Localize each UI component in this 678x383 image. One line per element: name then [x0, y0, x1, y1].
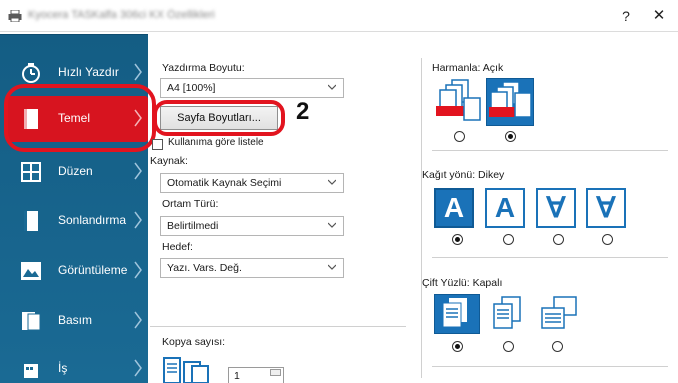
help-button[interactable]: ?: [616, 6, 636, 26]
printer-icon: [8, 10, 22, 22]
sidebar-item-label: Basım: [58, 313, 93, 327]
sidebar-item-label: Hızlı Yazdır: [58, 65, 119, 79]
chevron-right-icon: [134, 63, 142, 81]
chevron-down-icon: [328, 179, 336, 185]
window-title: Kyocera TASKalfa 306ci KX Özellikleri: [28, 9, 215, 21]
sidebar-item-publishing[interactable]: Basım: [6, 298, 148, 344]
layout-icon: [21, 162, 41, 182]
sidebar-item-label: Düzen: [58, 164, 93, 178]
close-button[interactable]: ✕: [649, 6, 669, 26]
duplex-label: Çift Yüzlü: Kapalı: [422, 277, 502, 289]
simplex-radio[interactable]: [452, 341, 463, 352]
divider: [432, 257, 668, 258]
divider: [150, 326, 406, 327]
print-size-dropdown[interactable]: A4 [100%]: [160, 78, 344, 98]
copies-spinner[interactable]: 1: [228, 367, 284, 383]
simplex-option[interactable]: [434, 294, 480, 334]
printer-properties-window: Kyocera TASKalfa 306ci KX Özellikleri ? …: [0, 0, 678, 383]
media-type-label: Ortam Türü:: [162, 198, 219, 210]
sidebar-item-label: İş: [58, 361, 68, 375]
sidebar-highlight-callout: [4, 84, 156, 152]
sidebar-item-label: Görüntüleme: [58, 263, 128, 277]
sidebar-item-layout[interactable]: Düzen: [6, 149, 148, 195]
source-label: Kaynak:: [150, 155, 188, 167]
target-dropdown[interactable]: Yazı. Vars. Değ.: [160, 258, 344, 278]
collated-option[interactable]: [486, 78, 534, 126]
stopwatch-icon: [22, 63, 40, 83]
duplex-label-text: Çift Yüzlü:: [422, 277, 470, 289]
orientation-value: Dikey: [478, 169, 505, 181]
column-divider: [421, 58, 422, 378]
chevron-right-icon: [134, 211, 142, 229]
collate-on-radio[interactable]: [505, 131, 516, 142]
chevron-right-icon: [134, 359, 142, 377]
duplex-short-edge-icon[interactable]: [536, 294, 580, 334]
landscape-rotated-radio[interactable]: [602, 234, 613, 245]
portrait-radio[interactable]: [452, 234, 463, 245]
job-printer-icon: [24, 364, 38, 378]
collated-icon: [489, 81, 532, 118]
collate-value: Açık: [482, 62, 504, 74]
chevron-right-icon: [134, 311, 142, 329]
usage-list-label: Kullanıma göre listele: [168, 137, 264, 148]
duplex-long-edge-radio[interactable]: [503, 341, 514, 352]
collate-off-radio[interactable]: [454, 131, 465, 142]
copies-value: 1: [234, 370, 240, 382]
sidebar-item-imaging[interactable]: Görüntüleme: [6, 248, 148, 294]
target-value: Yazı. Vars. Değ.: [167, 262, 242, 274]
media-type-value: Belirtilmedi: [167, 220, 219, 232]
chevron-right-icon: [134, 261, 142, 279]
divider: [432, 150, 668, 151]
collate-label-text: Harmanla:: [432, 62, 481, 74]
chevron-down-icon: [328, 222, 336, 228]
step-number: 2: [296, 98, 310, 125]
title-bar: Kyocera TASKalfa 306ci KX Özellikleri ? …: [0, 0, 678, 32]
print-size-label: Yazdırma Boyutu:: [162, 62, 245, 74]
collate-label: Harmanla: Açık: [432, 62, 503, 74]
portrait-rotated-radio[interactable]: [553, 234, 564, 245]
source-value: Otomatik Kaynak Seçimi: [167, 177, 282, 189]
portrait-rotated-option[interactable]: ∀: [536, 188, 576, 228]
orientation-label: Kağıt yönü: Dikey: [422, 169, 504, 181]
divider: [432, 366, 668, 367]
orientation-label-text: Kağıt yönü:: [422, 169, 476, 181]
sidebar-item-finishing[interactable]: Sonlandırma: [6, 198, 148, 244]
booklet-icon: [22, 312, 41, 331]
copies-stack-icon: [163, 357, 209, 383]
image-icon: [21, 262, 41, 280]
chevron-down-icon: [328, 264, 336, 270]
copies-label: Kopya sayısı:: [162, 336, 226, 348]
sidebar-item-label: Sonlandırma: [58, 213, 127, 227]
usage-list-checkbox[interactable]: [152, 139, 163, 150]
landscape-radio[interactable]: [503, 234, 514, 245]
sidebar-item-job[interactable]: İş: [6, 346, 148, 383]
media-type-dropdown[interactable]: Belirtilmedi: [160, 216, 344, 236]
page-sizes-highlight-callout: [153, 100, 285, 136]
portrait-option[interactable]: A: [434, 188, 474, 228]
chevron-down-icon: [328, 84, 336, 90]
chevron-right-icon: [134, 162, 142, 180]
duplex-long-edge-icon[interactable]: [486, 294, 530, 334]
simplex-icon: [442, 298, 467, 328]
landscape-option[interactable]: A: [485, 188, 525, 228]
stapled-page-icon: [24, 211, 38, 231]
copies-up-button[interactable]: [270, 369, 281, 376]
duplex-value: Kapalı: [472, 277, 503, 289]
source-dropdown[interactable]: Otomatik Kaynak Seçimi: [160, 173, 344, 193]
print-size-value: A4 [100%]: [167, 82, 216, 94]
uncollated-icon[interactable]: [434, 78, 482, 126]
landscape-rotated-option[interactable]: ∀: [586, 188, 626, 228]
duplex-short-edge-radio[interactable]: [552, 341, 563, 352]
target-label: Hedef:: [162, 241, 193, 253]
